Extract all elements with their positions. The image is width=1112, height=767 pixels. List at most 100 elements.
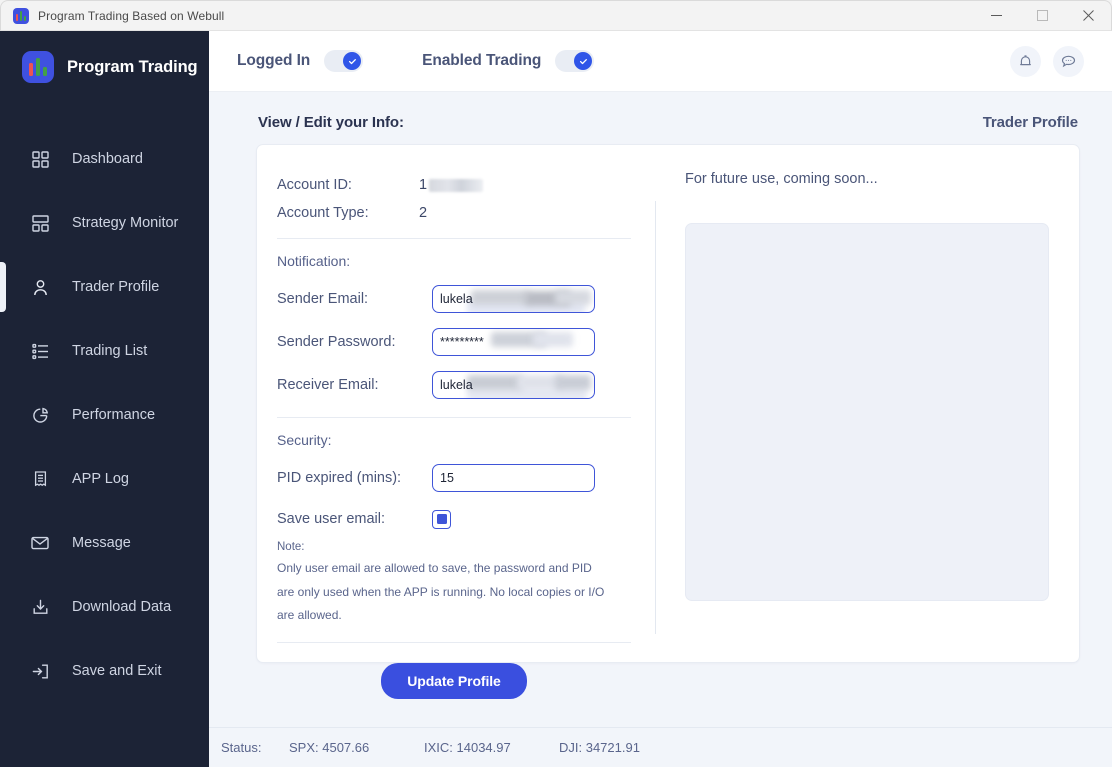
check-icon [343,52,362,70]
enabled-trading-group: Enabled Trading [422,50,595,72]
redacted-blur [467,374,523,390]
check-icon [574,52,593,70]
window-title: Program Trading Based on Webull [38,8,225,23]
user-icon [30,277,50,297]
update-profile-button[interactable]: Update Profile [381,662,527,699]
sidebar-item-performance[interactable]: Performance [0,383,209,447]
window-controls [973,1,1111,30]
sidebar-item-label: Performance [72,407,156,423]
divider [277,238,631,239]
page-title: View / Edit your Info: [258,114,404,131]
receiver-email-row: Receiver Email: lukela [277,363,655,406]
brand-name: Program Trading [67,57,198,76]
app-shell: Program Trading Dashboard Strategy Monit… [0,31,1112,767]
save-user-email-label: Save user email: [277,511,385,527]
note-line: are only used when the APP is running. N… [277,584,605,599]
status-label: Status: [221,740,262,755]
redacted-blur [471,289,529,305]
sidebar-item-label: Dashboard [72,151,143,167]
sidebar-item-message[interactable]: Message [0,511,209,575]
maximize-button[interactable] [1019,1,1065,30]
pid-expired-value: 15 [440,470,454,485]
receiver-email-input[interactable]: lukela [432,370,595,399]
account-type-row: Account Type: 2 [277,199,655,227]
sender-email-row: Sender Email: lukela [277,277,655,320]
receiver-email-label: Receiver Email: [277,376,379,393]
logged-in-label: Logged In [237,52,311,69]
note-line: Only user email are allowed to save, the… [277,561,592,575]
content-header: View / Edit your Info: Trader Profile [256,114,1080,144]
sender-password-label: Sender Password: [277,333,396,350]
status-bar: Status: SPX: 4507.66 IXIC: 14034.97 DJI:… [209,727,1112,767]
minimize-button[interactable] [973,1,1019,30]
redacted-blur [533,331,573,347]
close-button[interactable] [1065,1,1111,30]
account-id-row: Account ID: 1 [277,171,655,199]
sidebar-item-label: Message [72,535,131,551]
sidebar-item-trader-profile[interactable]: Trader Profile [0,255,209,319]
bell-icon [1018,54,1033,69]
sender-password-input[interactable]: ********* [432,327,595,356]
note-title: Note: [277,541,305,553]
envelope-icon [30,533,50,553]
logged-in-group: Logged In [237,50,364,72]
sidebar-item-strategy-monitor[interactable]: Strategy Monitor [0,191,209,255]
sender-email-label: Sender Email: [277,290,369,307]
future-use-text: For future use, coming soon... [685,171,878,187]
logged-in-toggle[interactable] [324,50,364,72]
section-title: Trader Profile [982,114,1078,131]
account-id-redacted [429,178,484,192]
update-button-wrap: Update Profile [277,655,655,699]
sidebar-item-label: APP Log [72,471,129,487]
pid-expired-label: PID expired (mins): [277,469,402,486]
pie-chart-icon [30,405,50,425]
grid-icon [30,149,50,169]
note-line: are allowed. [277,608,342,622]
pid-expired-row: PID expired (mins): 15 [277,456,655,499]
future-panel: For future use, coming soon... [655,145,1079,662]
content-area: View / Edit your Info: Trader Profile Ac… [209,92,1112,727]
security-title: Security: [277,432,332,448]
brand-logo-icon [22,51,54,83]
sidebar-item-label: Strategy Monitor [72,215,179,231]
app-logo-icon [13,7,29,24]
status-item-spx: SPX: 4507.66 [289,740,370,755]
account-type-value: 2 [419,205,428,221]
divider [277,641,631,643]
enabled-trading-toggle[interactable] [555,50,595,72]
chat-icon [1061,54,1076,69]
app-window: Program Trading Based on Webull Program … [0,0,1112,767]
sidebar-item-download-data[interactable]: Download Data [0,575,209,639]
sender-email-input[interactable]: lukela [432,284,595,313]
profile-card: Account ID: 1 Account Type: 2 Notificati… [256,144,1080,699]
sidebar-item-app-log[interactable]: APP Log [0,447,209,511]
account-id-label: Account ID: [277,177,352,193]
sidebar-item-label: Trading List [72,343,148,359]
sender-password-value: ********* [440,334,484,349]
sidebar-item-label: Save and Exit [72,663,162,679]
notification-title: Notification: [277,253,351,269]
sidebar-item-label: Trader Profile [72,279,160,295]
redacted-blur [555,289,591,305]
notifications-button[interactable] [1010,45,1041,77]
brand: Program Trading [0,31,209,105]
messages-button[interactable] [1053,45,1084,77]
save-user-email-checkbox[interactable] [432,509,451,529]
receipt-icon [30,469,50,489]
sidebar-item-save-and-exit[interactable]: Save and Exit [0,639,209,703]
status-item-ixic: IXIC: 14034.97 [424,740,511,755]
title-bar-left: Program Trading Based on Webull [1,7,225,24]
account-type-label: Account Type: [277,205,369,221]
sidebar-item-dashboard[interactable]: Dashboard [0,127,209,191]
main-area: Logged In Enabled Trading View / Edit yo… [209,31,1112,767]
placeholder-box [685,223,1049,601]
profile-form: Account ID: 1 Account Type: 2 Notificati… [257,145,655,699]
sender-password-row: Sender Password: ********* [277,320,655,363]
save-user-email-row: Save user email: [277,499,655,539]
sidebar-item-label: Download Data [72,599,172,615]
account-id-text: 1 [419,177,428,193]
pid-expired-input[interactable]: 15 [432,463,595,492]
checkbox-fill-icon [436,514,447,524]
sidebar-item-trading-list[interactable]: Trading List [0,319,209,383]
status-item-dji: DJI: 34721.91 [559,740,640,755]
